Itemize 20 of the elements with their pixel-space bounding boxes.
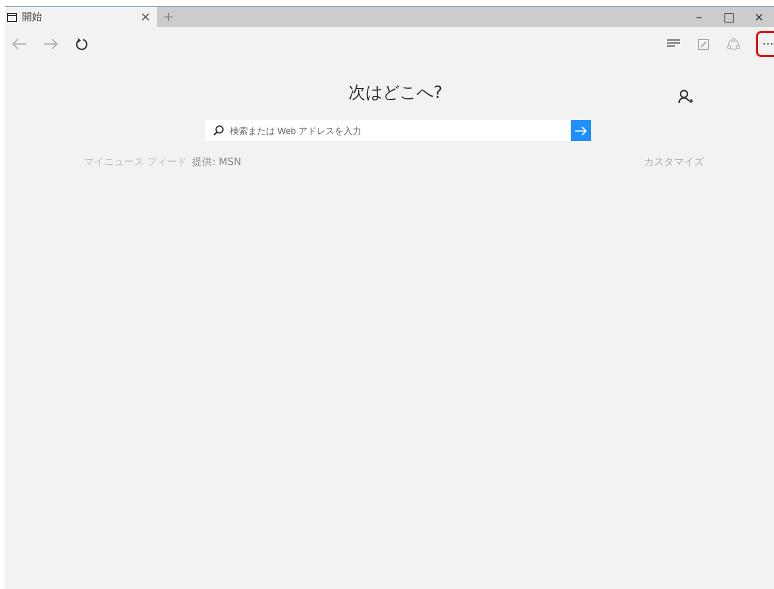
- back-icon[interactable]: [11, 38, 27, 50]
- add-person-icon[interactable]: [678, 89, 694, 105]
- maximize-button[interactable]: □: [714, 7, 744, 27]
- close-button[interactable]: ×: [744, 7, 774, 27]
- forward-icon[interactable]: [43, 38, 59, 50]
- provider-label: 提供: MSN: [192, 156, 242, 169]
- arrow-icon: [575, 126, 587, 136]
- share-icon[interactable]: [727, 38, 740, 50]
- more-button[interactable]: ···: [756, 31, 774, 57]
- search-field[interactable]: 検索または Web アドレスを入力: [205, 120, 571, 141]
- reading-list-icon[interactable]: [667, 39, 680, 49]
- window-icon: [7, 12, 17, 22]
- refresh-icon[interactable]: [75, 38, 88, 50]
- note-icon[interactable]: [698, 38, 709, 50]
- minimize-button[interactable]: –: [684, 7, 714, 27]
- tab-title: 開始: [22, 11, 43, 24]
- close-tab-button[interactable]: ×: [134, 10, 157, 24]
- go-button[interactable]: [571, 120, 591, 141]
- page-heading: 次はどこへ?: [348, 82, 443, 105]
- browser-tab[interactable]: 開始 ×: [5, 7, 157, 27]
